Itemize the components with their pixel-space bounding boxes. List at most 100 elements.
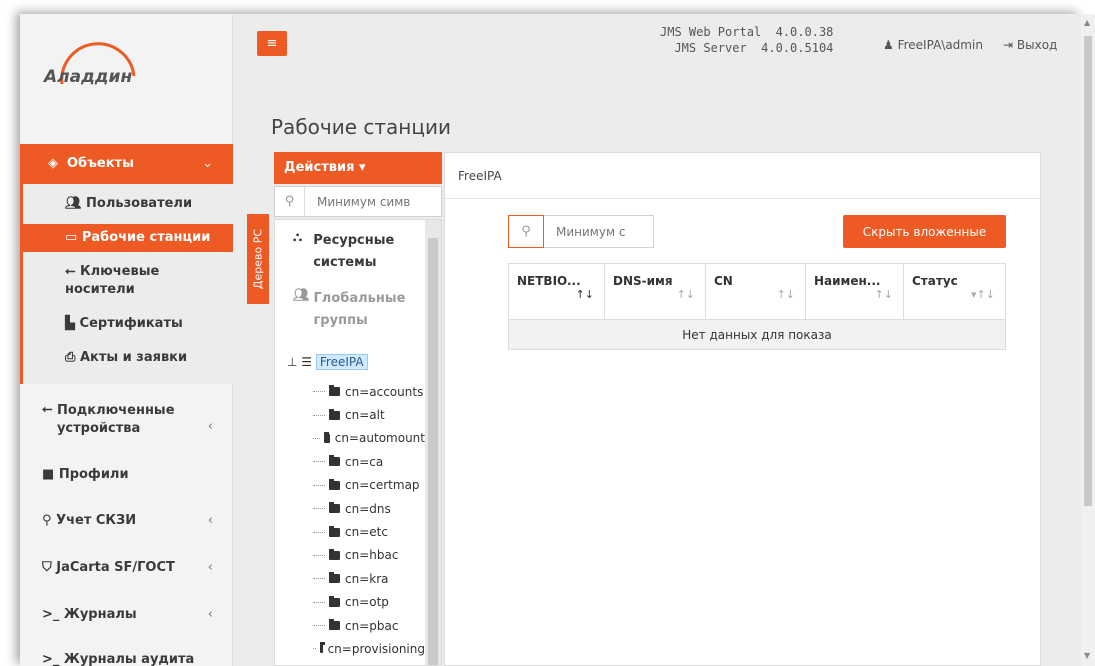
tree-node[interactable]: cn=alt	[313, 403, 425, 426]
chevron-left-icon: ‹	[207, 419, 213, 434]
sidebar-item-label: Журналы аудита	[63, 652, 195, 666]
tree-node[interactable]: cn=kra	[313, 567, 425, 590]
logout-label: Выход	[1016, 38, 1058, 52]
sort-asc-icon[interactable]: ↑↓	[576, 288, 594, 301]
column-header-dns[interactable]: DNS-имя ↑↓	[604, 263, 706, 320]
scroll-up-icon[interactable]: ▲	[1084, 18, 1090, 27]
page-scrollbar[interactable]: ▲ ▼	[1081, 14, 1095, 666]
svg-text:Аладдин: Аладдин	[42, 67, 132, 87]
tree-node[interactable]: cn=pbac	[313, 614, 425, 637]
server-version: 4.0.0.5104	[761, 41, 834, 55]
tree-node[interactable]: cn=ca	[313, 450, 425, 473]
filter-icon[interactable]: ▾↑↓	[971, 288, 995, 301]
printer-icon: ⎙	[65, 350, 76, 365]
sidebar-item-logs[interactable]: >_ Журналы ‹	[20, 607, 233, 622]
sidebar-item-skzi[interactable]: ⚲ Учет СКЗИ ‹	[20, 513, 233, 528]
tree-node[interactable]: cn=etc	[313, 520, 425, 543]
sidebar-item-objects[interactable]: ◈ Объекты ⌄	[20, 144, 233, 184]
tree-connector	[313, 437, 320, 439]
tree-node-label: cn=dns	[345, 501, 391, 516]
tree-node[interactable]: cn=provisioning	[313, 637, 425, 660]
tree-connector	[313, 601, 325, 603]
category-global-groups[interactable]: 👥︎ Глобальные группы	[293, 288, 423, 332]
sidebar-item-label: Подключенные устройства	[56, 403, 175, 436]
column-label: DNS-имя	[613, 274, 673, 288]
scroll-down-icon[interactable]: ▼	[1084, 651, 1090, 660]
tree-node[interactable]: cn=automount	[313, 427, 425, 450]
tree-tab[interactable]: Дерево РС	[247, 214, 269, 304]
main-search-input[interactable]	[544, 224, 644, 239]
sidebar-item-workstations[interactable]: ▭ Рабочие станции	[23, 224, 233, 252]
server-label: JMS Server	[674, 41, 747, 55]
sort-icon[interactable]: ↑↓	[777, 288, 795, 301]
main-panel: FreeIPA ⚲ Скрыть вложенные NETBIO...↑↓ D…	[444, 152, 1041, 666]
column-header-name[interactable]: Наимен... ↑↓	[805, 263, 904, 320]
tree-root-node[interactable]: ⊥ ☰ FreeIPA	[287, 354, 368, 370]
sidebar-item-label: Учет СКЗИ	[56, 513, 137, 528]
sitemap-icon: ⛬	[293, 230, 303, 245]
folder-icon	[329, 572, 340, 584]
menu-toggle-button[interactable]: ≡	[257, 31, 287, 56]
data-grid: NETBIO... ↑↓ DNS-имя ↑↓ CN ↑↓ Наимен... ↑↓ С…	[508, 263, 1006, 350]
scrollbar-thumb[interactable]	[1084, 36, 1092, 506]
tree-scrollbar[interactable]	[425, 220, 441, 665]
app-window: Аладдин ◈ Объекты ⌄ 👥︎ Пользователи ▭ Ра…	[20, 14, 1081, 666]
column-header-status[interactable]: Статус ▾↑↓	[903, 263, 1006, 320]
tree-panel: ⛬ Ресурсные системы 👥︎ Глобальные группы…	[274, 219, 442, 666]
tree-node[interactable]: cn=radiusproxy	[313, 661, 425, 665]
sidebar-item-users[interactable]: 👥︎ Пользователи	[23, 195, 233, 213]
column-header-cn[interactable]: CN ↑↓	[705, 263, 806, 320]
sidebar-item-acts[interactable]: ⎙ Акты и заявки	[23, 349, 233, 367]
sort-icon[interactable]: ↑↓	[875, 288, 893, 301]
column-header-netbios[interactable]: NETBIO... ↑↓	[508, 263, 605, 320]
tree-node[interactable]: cn=otp	[313, 591, 425, 614]
tree-node-label: cn=automount	[334, 431, 425, 446]
monitor-icon: ▭	[65, 230, 78, 245]
usb-icon: ⭠	[65, 264, 76, 279]
sidebar-item-audit-logs[interactable]: >_ Журналы аудита	[20, 652, 233, 666]
tree-node-label: cn=accounts	[345, 384, 424, 399]
folder-icon	[323, 431, 330, 443]
expand-icon: ⊥	[287, 355, 298, 369]
tree-search-input[interactable]	[305, 194, 435, 209]
hide-nested-button[interactable]: Скрыть вложенные	[843, 215, 1006, 248]
scrollbar-thumb[interactable]	[428, 238, 438, 665]
tree-node-label: cn=kra	[345, 571, 389, 586]
page-title: Рабочие станции	[271, 115, 451, 139]
tree-node[interactable]: cn=accounts	[313, 380, 425, 403]
tree-root-label: FreeIPA	[315, 354, 368, 370]
sidebar-item-label: Журналы	[63, 607, 137, 622]
actions-dropdown-button[interactable]: Действия ▾	[274, 152, 442, 184]
sidebar-item-certificates[interactable]: ▙ Сертификаты	[23, 315, 233, 333]
sidebar-item-label: Ключевые носители	[65, 264, 160, 297]
tree-node-list: cn=accounts cn=alt cn=automount cn=ca cn=cer…	[313, 380, 425, 665]
sidebar: Аладдин ◈ Объекты ⌄ 👥︎ Пользователи ▭ Ра…	[20, 14, 233, 666]
diamond-icon: ◈	[48, 156, 58, 171]
sidebar-item-key-carriers[interactable]: ⭠ Ключевые носители	[23, 263, 173, 299]
sidebar-item-label: Рабочие станции	[81, 230, 211, 245]
sidebar-item-devices[interactable]: ⭠ Подключенные устройства ‹	[20, 402, 213, 438]
tree-connector	[313, 554, 325, 556]
sidebar-item-profiles[interactable]: ■ Профили	[20, 467, 233, 482]
user-menu[interactable]: ♟ FreeIPA\admin	[883, 38, 983, 52]
tree-node-label: cn=provisioning	[327, 641, 425, 656]
sidebar-item-jacarta[interactable]: ⛉ JaCarta SF/ГОСТ ‹	[20, 560, 233, 575]
logout-link[interactable]: ⇥ Выход	[1003, 38, 1057, 52]
tree-node[interactable]: cn=dns	[313, 497, 425, 520]
category-resource-systems[interactable]: ⛬ Ресурсные системы	[293, 230, 423, 274]
tree-node-label: cn=alt	[345, 408, 385, 423]
logout-icon: ⇥	[1003, 38, 1014, 52]
panel-header: FreeIPA	[445, 153, 1040, 199]
sort-icon[interactable]: ↑↓	[677, 288, 695, 301]
sidebar-item-label: Пользователи	[86, 196, 193, 211]
caret-down-icon: ▾	[358, 160, 366, 175]
tree-connector	[313, 508, 325, 510]
tree-connector	[313, 414, 325, 416]
tree-node[interactable]: cn=certmap	[313, 474, 425, 497]
users-icon: 👥︎	[65, 196, 82, 211]
tree-node[interactable]: cn=hbac	[313, 544, 425, 567]
tree-node-label: cn=ca	[345, 454, 384, 469]
tree-connector	[313, 648, 316, 650]
sidebar-item-label: Акты и заявки	[79, 350, 188, 365]
folder-icon	[329, 595, 340, 607]
